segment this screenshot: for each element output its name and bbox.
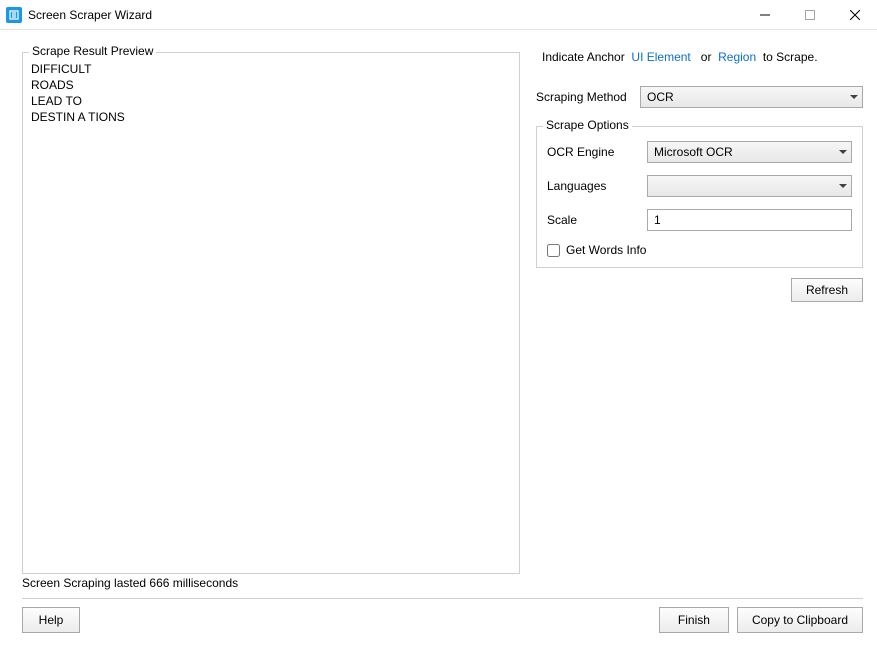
ui-element-link[interactable]: UI Element [631, 50, 690, 64]
ocr-engine-value: Microsoft OCR [654, 145, 839, 159]
help-button[interactable]: Help [22, 607, 80, 633]
preview-text: DIFFICULT ROADS LEAD TO DESTIN A TIONS [31, 61, 511, 125]
ocr-engine-label: OCR Engine [547, 145, 647, 159]
region-link[interactable]: Region [718, 50, 756, 64]
status-text: Screen Scraping lasted 666 milliseconds [0, 572, 877, 596]
anchor-suffix: to Scrape. [763, 50, 818, 64]
app-icon [6, 7, 22, 23]
scale-label: Scale [547, 213, 647, 227]
languages-label: Languages [547, 179, 647, 193]
get-words-info-checkbox[interactable] [547, 244, 560, 257]
preview-legend: Scrape Result Preview [29, 44, 156, 58]
chevron-down-icon [839, 150, 847, 154]
options-legend: Scrape Options [543, 118, 632, 132]
maximize-button[interactable] [787, 0, 832, 30]
chevron-down-icon [850, 95, 858, 99]
scraping-method-value: OCR [647, 90, 850, 104]
anchor-prefix: Indicate Anchor [542, 50, 625, 64]
close-button[interactable] [832, 0, 877, 30]
separator [22, 598, 863, 599]
finish-button[interactable]: Finish [659, 607, 729, 633]
minimize-button[interactable] [742, 0, 787, 30]
languages-dropdown[interactable] [647, 175, 852, 197]
window-title: Screen Scraper Wizard [28, 8, 152, 22]
scraping-method-label: Scraping Method [536, 90, 640, 104]
titlebar: Screen Scraper Wizard [0, 0, 877, 30]
anchor-instruction: Indicate Anchor UI Element or Region to … [536, 50, 863, 64]
scraping-method-dropdown[interactable]: OCR [640, 86, 863, 108]
scale-input[interactable] [647, 209, 852, 231]
chevron-down-icon [839, 184, 847, 188]
get-words-info-label: Get Words Info [566, 243, 646, 257]
footer: Help Finish Copy to Clipboard [0, 607, 877, 645]
refresh-button[interactable]: Refresh [791, 278, 863, 302]
scrape-options-group: Scrape Options OCR Engine Microsoft OCR … [536, 126, 863, 268]
scrape-result-preview-group: Scrape Result Preview DIFFICULT ROADS LE… [22, 52, 520, 574]
anchor-or: or [701, 50, 712, 64]
copy-to-clipboard-button[interactable]: Copy to Clipboard [737, 607, 863, 633]
ocr-engine-dropdown[interactable]: Microsoft OCR [647, 141, 852, 163]
